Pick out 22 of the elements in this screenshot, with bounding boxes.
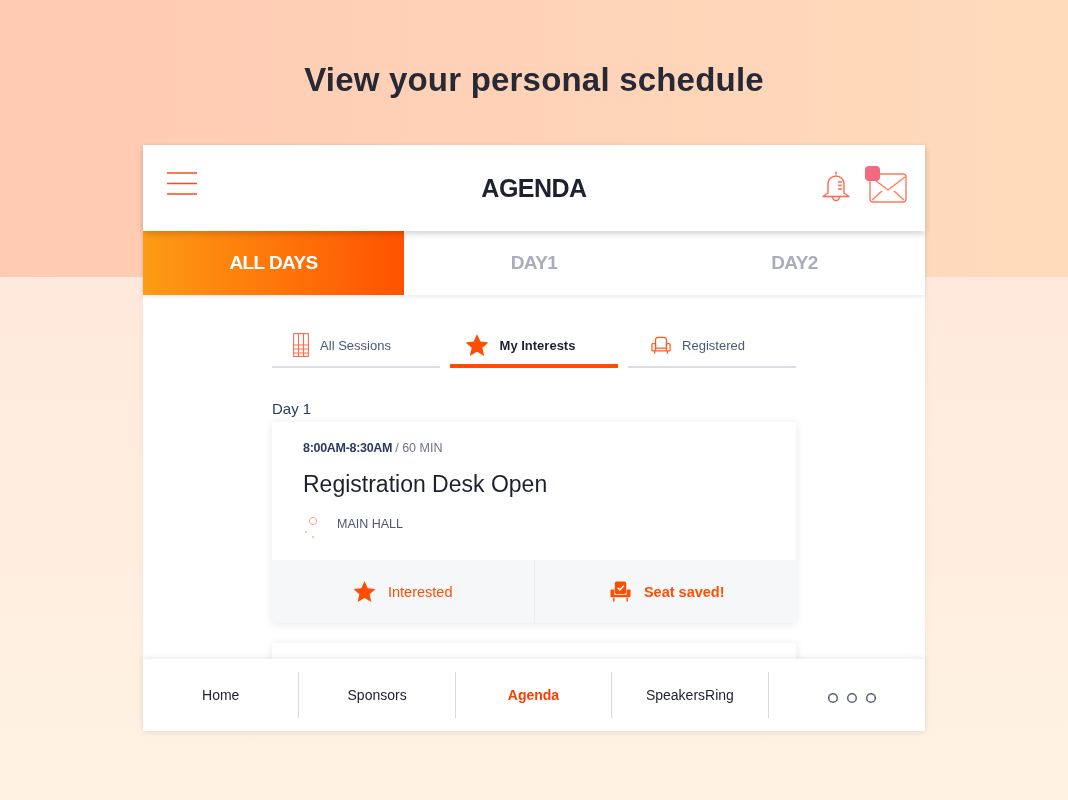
more-icon[interactable] [827, 692, 876, 704]
section-heading: Day 1 [272, 400, 313, 418]
session-time: 8:00AM-8:30AM [303, 440, 393, 456]
filter-tab[interactable]: All Sessions [272, 330, 440, 368]
session-location: MAIN HALL [337, 517, 403, 531]
nav-item[interactable]: Agenda [455, 672, 613, 718]
nav-item[interactable]: SpeakersRing [612, 672, 769, 718]
star-icon [464, 334, 489, 356]
armchair-icon [651, 335, 672, 355]
bell-icon[interactable] [819, 170, 853, 204]
headline: View your personal schedule [304, 60, 764, 100]
mail-icon[interactable] [869, 173, 907, 203]
session-title: Registration Desk Open [303, 470, 549, 498]
session-duration: / 60 MIN [395, 440, 443, 456]
filter-tab[interactable]: Registered [628, 330, 796, 368]
screen-title: AGENDA [481, 173, 587, 203]
menu-icon[interactable] [167, 171, 197, 195]
calendar-grid-icon [293, 333, 310, 357]
location-pin-icon [303, 516, 319, 538]
filter-tab[interactable]: My Interests [450, 330, 618, 368]
nav-item[interactable]: Sponsors [299, 672, 456, 718]
nav-item[interactable]: Home [143, 672, 300, 718]
